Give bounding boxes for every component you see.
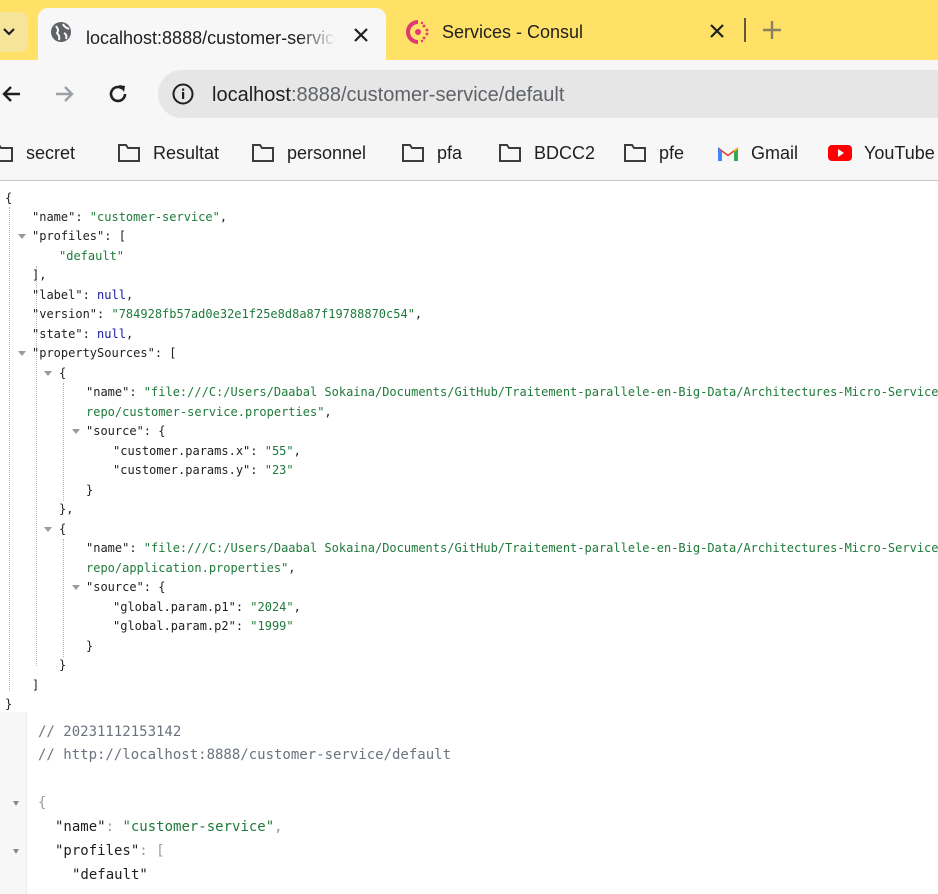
json-line-param-x: "customer.params.x": "55", <box>113 444 301 458</box>
bookmark-personnel[interactable]: personnel <box>251 140 366 166</box>
tab-strip: localhost:8888/customer-service/default … <box>0 0 938 60</box>
folder-icon <box>624 144 646 162</box>
collapse-triangle-icon[interactable] <box>44 527 52 532</box>
bookmark-label: Gmail <box>751 142 799 163</box>
browser-toolbar: localhost:8888/customer-service/default <box>0 60 938 128</box>
bookmark-gmail[interactable]: Gmail <box>717 140 798 166</box>
folder-icon <box>252 144 274 162</box>
json-open-brace: { <box>5 191 13 205</box>
json-line-property-sources: "propertySources": [ <box>32 346 177 360</box>
indent-guide <box>63 539 64 657</box>
folder-icon <box>118 144 140 162</box>
fold-triangle-icon[interactable] <box>13 849 19 854</box>
json-line-param-p2: "global.param.p2": "1999" <box>113 619 294 633</box>
folder-icon <box>499 144 521 162</box>
tab-title: Services - Consul <box>442 22 584 42</box>
tab-separator <box>744 18 746 42</box>
tab-search-button[interactable] <box>0 12 28 52</box>
back-arrow-icon[interactable] <box>0 82 24 106</box>
folder-icon <box>402 144 424 162</box>
consul-icon <box>406 20 429 44</box>
raw-line-name: "name": "customer-service", <box>55 819 283 835</box>
json-open-object: { <box>59 522 67 536</box>
indent-guide <box>63 383 64 501</box>
json-line-source-name: "name": "file:///C:/Users/Daabal Sokaina… <box>86 541 938 555</box>
bookmark-label: secret <box>26 142 76 163</box>
bookmark-pfe[interactable]: pfe <box>623 140 684 166</box>
bookmark-label: personnel <box>287 142 367 163</box>
bookmark-label: Resultat <box>153 142 220 163</box>
json-value-default: "default" <box>59 249 125 263</box>
address-bar[interactable]: localhost:8888/customer-service/default <box>158 70 938 118</box>
json-close-array: ], <box>32 268 47 282</box>
forward-arrow-icon[interactable] <box>52 82 76 106</box>
json-line-param-p1: "global.param.p1": "2024", <box>113 600 301 614</box>
json-open-object: { <box>59 366 67 380</box>
json-line-source-name-cont: repo/customer-service.properties", <box>86 405 332 419</box>
bookmarks-bar: secret Resultat personnel pfa BDCC2 pfe … <box>0 128 938 181</box>
fold-triangle-icon[interactable] <box>13 801 19 806</box>
raw-value-default: "default" <box>72 867 148 883</box>
collapse-triangle-icon[interactable] <box>72 429 80 434</box>
collapse-triangle-icon[interactable] <box>72 585 80 590</box>
json-line-label: "label": null, <box>32 288 134 302</box>
gmail-icon <box>718 147 738 161</box>
json-line-version: "version": "784928fb57ad0e32e1f25e8d8a87… <box>32 307 423 321</box>
json-close-source: } <box>86 483 94 497</box>
folder-icon <box>0 144 13 162</box>
reload-icon[interactable] <box>106 82 130 106</box>
json-line-profiles: "profiles": [ <box>32 229 126 243</box>
bookmark-label: pfa <box>437 142 463 163</box>
bookmark-resultat[interactable]: Resultat <box>117 140 219 166</box>
info-icon[interactable] <box>172 83 194 105</box>
globe-icon <box>51 22 71 42</box>
bookmark-bdcc2[interactable]: BDCC2 <box>498 140 595 166</box>
comment-timestamp: // 20231112153142 <box>38 724 182 740</box>
json-close-array: ] <box>32 678 40 692</box>
tab-title: localhost:8888/customer-service/default <box>86 28 336 48</box>
json-line-source-name: "name": "file:///C:/Users/Daabal Sokaina… <box>86 385 938 399</box>
close-icon[interactable] <box>350 24 372 46</box>
plus-icon[interactable] <box>760 18 784 42</box>
bookmark-label: BDCC2 <box>534 142 596 163</box>
raw-json-view: // 20231112153142 // http://localhost:88… <box>0 712 938 894</box>
chevron-down-icon <box>3 28 15 36</box>
json-line-param-y: "customer.params.y": "23" <box>113 463 294 477</box>
json-line-state: "state": null, <box>32 327 134 341</box>
url-path: :8888/customer-service/default <box>290 84 565 106</box>
collapse-triangle-icon[interactable] <box>44 371 52 376</box>
json-close-object: }, <box>59 502 74 516</box>
bookmark-youtube[interactable]: YouTube <box>828 140 935 166</box>
tab-customer-service[interactable]: localhost:8888/customer-service/default <box>38 8 386 60</box>
tab-consul-services[interactable]: Services - Consul <box>396 8 742 54</box>
json-close-object: } <box>59 658 67 672</box>
collapse-triangle-icon[interactable] <box>18 234 26 239</box>
comment-url: // http://localhost:8888/customer-servic… <box>38 747 452 763</box>
json-line-source: "source": { <box>86 580 166 594</box>
url-host: localhost <box>212 84 291 106</box>
json-line-source-name-cont: repo/application.properties", <box>86 561 296 575</box>
close-icon[interactable] <box>706 20 728 42</box>
json-line-name: "name": "customer-service", <box>32 210 228 224</box>
json-line-source: "source": { <box>86 424 166 438</box>
collapse-triangle-icon[interactable] <box>18 351 26 356</box>
json-close-source: } <box>86 639 94 653</box>
indent-guide <box>9 207 10 691</box>
bookmark-pfa[interactable]: pfa <box>401 140 462 166</box>
youtube-icon <box>828 145 852 161</box>
raw-open-brace: { <box>38 795 47 811</box>
json-viewer: { "name": "customer-service", "profiles"… <box>0 181 938 711</box>
bookmark-label: pfe <box>659 142 685 163</box>
url-text[interactable]: localhost:8888/customer-service/default <box>212 84 564 107</box>
bookmark-secret[interactable]: secret <box>0 140 75 166</box>
bookmark-label: YouTube <box>864 142 935 163</box>
raw-line-profiles: "profiles": [ <box>55 843 165 859</box>
